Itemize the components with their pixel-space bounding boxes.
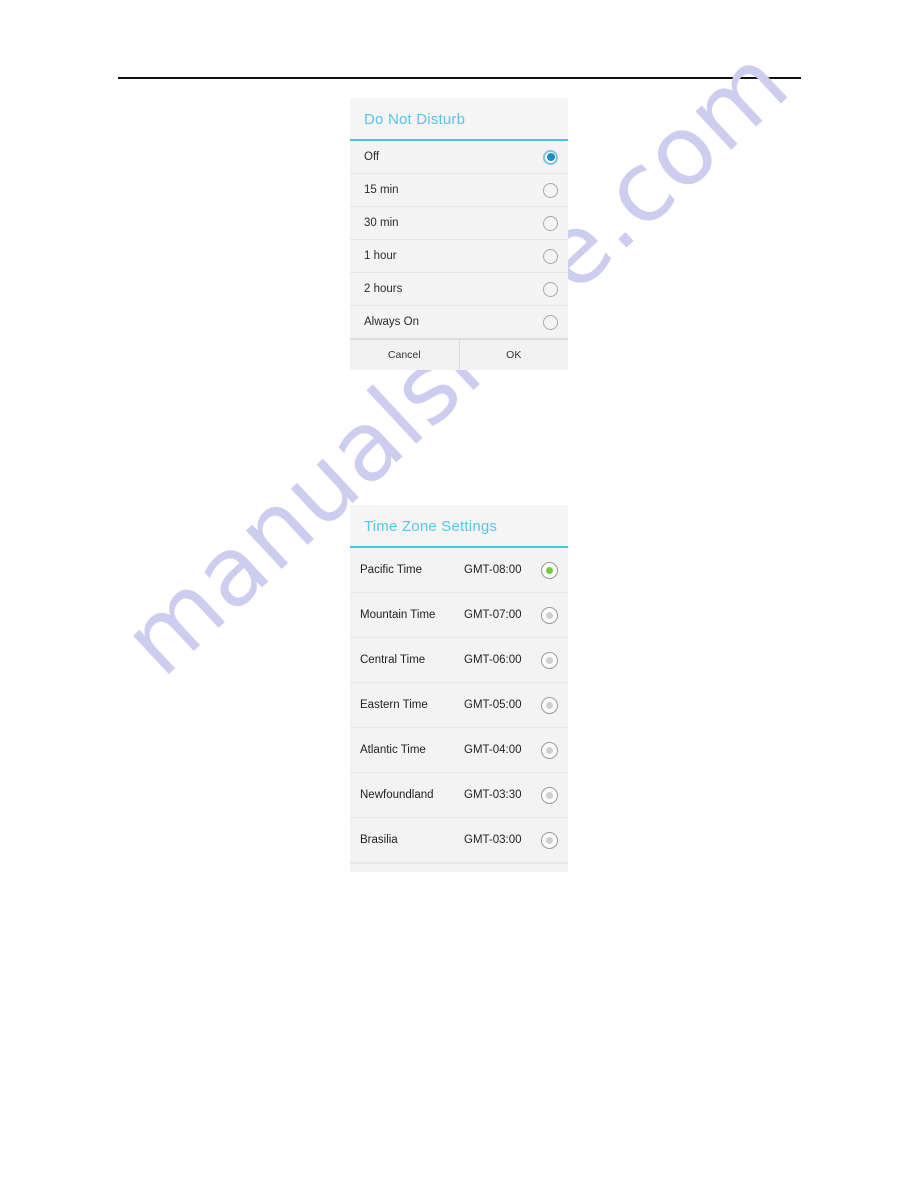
- time-zone-offset: GMT-03:00: [464, 834, 522, 846]
- time-zone-name: Mountain Time: [360, 609, 436, 621]
- dnd-option-label: Always On: [364, 316, 419, 328]
- dnd-option-label: 2 hours: [364, 283, 403, 295]
- radio-unselected-icon[interactable]: [541, 606, 558, 624]
- time-zone-row[interactable]: Eastern Time GMT-05:00: [350, 683, 568, 728]
- time-zone-offset: GMT-08:00: [464, 564, 522, 576]
- radio-unselected-icon[interactable]: [541, 696, 558, 714]
- dnd-title: Do Not Disturb: [364, 111, 466, 128]
- radio-selected-icon[interactable]: [541, 561, 558, 579]
- time-zone-row[interactable]: Mountain Time GMT-07:00: [350, 593, 568, 638]
- time-zone-row[interactable]: Atlantic Time GMT-04:00: [350, 728, 568, 773]
- radio-unselected-icon[interactable]: [541, 831, 558, 849]
- time-zone-name: Newfoundland: [360, 789, 434, 801]
- time-zone-row[interactable]: Pacific Time GMT-08:00: [350, 548, 568, 593]
- dnd-option-label: 30 min: [364, 217, 399, 229]
- radio-unselected-icon[interactable]: [543, 248, 558, 264]
- time-zone-offset: GMT-04:00: [464, 744, 522, 756]
- ok-button[interactable]: OK: [459, 340, 568, 370]
- dnd-option-row[interactable]: 15 min: [350, 174, 568, 207]
- time-zone-offset: GMT-07:00: [464, 609, 522, 621]
- radio-unselected-icon[interactable]: [543, 215, 558, 231]
- time-zone-list-clipped-edge: [350, 863, 568, 872]
- radio-dot: [546, 566, 553, 574]
- dnd-option-label: Off: [364, 151, 380, 163]
- radio-unselected-icon[interactable]: [541, 786, 558, 804]
- radio-selected-icon[interactable]: [543, 149, 558, 165]
- radio-unselected-icon[interactable]: [541, 741, 558, 759]
- radio-dot: [546, 746, 553, 754]
- dnd-option-row[interactable]: 2 hours: [350, 273, 568, 306]
- dnd-title-bar: Do Not Disturb: [350, 98, 568, 141]
- cancel-button[interactable]: Cancel: [350, 340, 460, 370]
- radio-dot: [546, 791, 553, 799]
- radio-dot: [546, 836, 553, 844]
- time-zone-offset: GMT-03:30: [464, 789, 522, 801]
- tz-title: Time Zone Settings: [364, 518, 498, 535]
- dnd-option-list: Off 15 min 30 min 1 hour 2 hours Always On: [350, 141, 568, 339]
- dnd-option-row[interactable]: Always On: [350, 306, 568, 339]
- time-zone-offset: GMT-05:00: [464, 699, 522, 711]
- dnd-option-row[interactable]: 30 min: [350, 207, 568, 240]
- time-zone-name: Central Time: [360, 654, 426, 666]
- manual-page: manualshive.com Do Not Disturb Off15 min…: [0, 0, 918, 1188]
- time-zone-name: Atlantic Time: [360, 744, 426, 756]
- dnd-option-label: 15 min: [364, 184, 399, 196]
- radio-dot: [546, 656, 553, 664]
- radio-dot: [546, 701, 553, 709]
- page-header-rule: [118, 77, 801, 79]
- dnd-option-row[interactable]: Off: [350, 141, 568, 174]
- time-zone-settings-dialog: Time Zone Settings Pacific Time GMT-08:00…: [350, 505, 568, 872]
- radio-unselected-icon[interactable]: [543, 281, 558, 297]
- time-zone-name: Pacific Time: [360, 564, 422, 576]
- dnd-option-row[interactable]: 1 hour: [350, 240, 568, 273]
- tz-title-bar: Time Zone Settings: [350, 505, 568, 548]
- time-zone-offset: GMT-06:00: [464, 654, 522, 666]
- radio-unselected-icon[interactable]: [541, 651, 558, 669]
- radio-unselected-icon[interactable]: [543, 314, 558, 330]
- radio-unselected-icon[interactable]: [543, 182, 558, 198]
- dnd-button-row: Cancel OK: [350, 339, 568, 370]
- time-zone-row[interactable]: Brasilia GMT-03:00: [350, 818, 568, 863]
- do-not-disturb-dialog: Do Not Disturb Off 15 min 30 min 1 hour 2 ho…: [350, 98, 568, 370]
- time-zone-row[interactable]: Newfoundland GMT-03:30: [350, 773, 568, 818]
- time-zone-list: Pacific Time GMT-08:00 Mountain Time GMT-07…: [350, 548, 568, 863]
- time-zone-row[interactable]: Central Time GMT-06:00: [350, 638, 568, 683]
- time-zone-name: Brasilia: [360, 834, 398, 846]
- radio-dot: [546, 611, 553, 619]
- dnd-option-label: 1 hour: [364, 250, 397, 262]
- time-zone-name: Eastern Time: [360, 699, 428, 711]
- radio-dot: [546, 153, 555, 161]
